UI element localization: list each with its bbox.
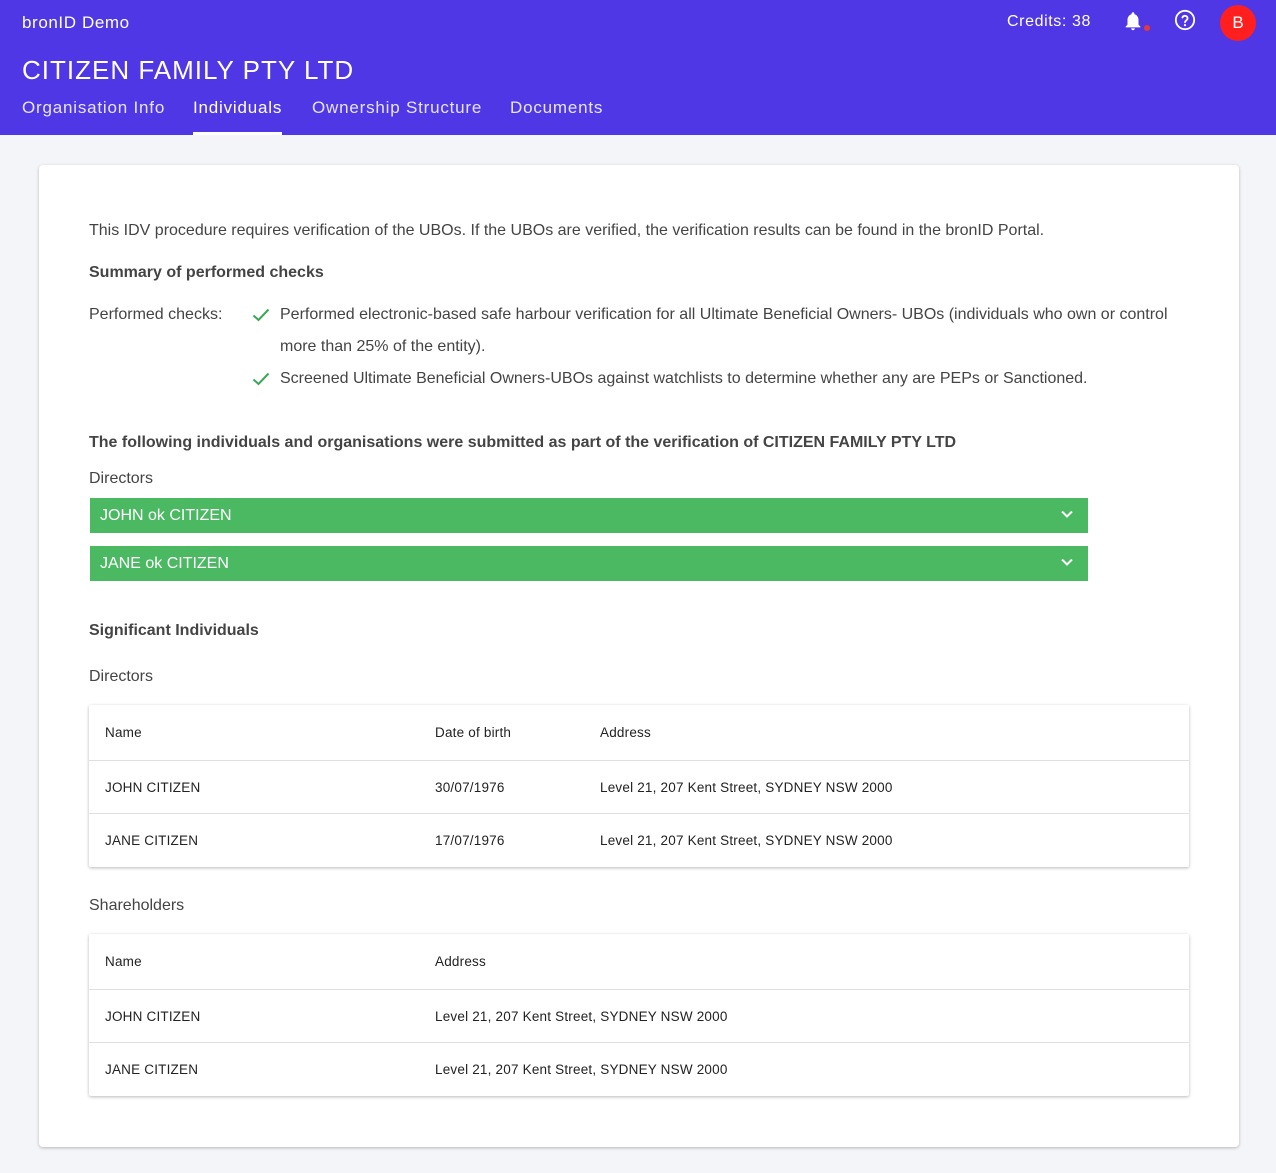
column-header-address: Address bbox=[435, 954, 486, 969]
tab-documents[interactable]: Documents bbox=[510, 98, 603, 135]
submitted-heading: The following individuals and organisati… bbox=[89, 434, 957, 451]
table-row: JANE CITIZEN Level 21, 207 Kent Street, … bbox=[89, 1043, 1189, 1096]
table-row: JOHN CITIZEN 30/07/1976 Level 21, 207 Ke… bbox=[89, 761, 1189, 814]
check-item: Screened Ultimate Beneficial Owners-UBOs… bbox=[252, 363, 1212, 395]
director-accordion[interactable]: JANE ok CITIZEN bbox=[90, 546, 1088, 581]
avatar[interactable]: B bbox=[1220, 5, 1256, 41]
chevron-down-icon[interactable] bbox=[1060, 557, 1074, 567]
credits-counter: Credits: 38 bbox=[1007, 13, 1091, 30]
check-icon bbox=[252, 372, 270, 386]
app-header: bronID Demo Credits: 38 B CITIZEN FAMILY… bbox=[0, 0, 1276, 135]
cell-address: Level 21, 207 Kent Street, SYDNEY NSW 20… bbox=[600, 833, 893, 848]
check-item: Performed electronic-based safe harbour … bbox=[252, 299, 1212, 363]
cell-name: JOHN CITIZEN bbox=[105, 1008, 201, 1024]
accordion-label: JOHN ok CITIZEN bbox=[100, 507, 232, 524]
page-title: CITIZEN FAMILY PTY LTD bbox=[22, 55, 355, 85]
check-text-line: more than 25% of the entity). bbox=[280, 338, 486, 355]
shareholders-label: Shareholders bbox=[89, 897, 185, 914]
sig-directors-label: Directors bbox=[89, 668, 154, 685]
check-icon bbox=[252, 308, 270, 322]
cell-name: JANE CITIZEN bbox=[105, 1062, 199, 1077]
tab-individuals[interactable]: Individuals bbox=[193, 98, 283, 135]
significant-individuals-heading: Significant Individuals bbox=[89, 622, 259, 639]
column-header-address: Address bbox=[600, 725, 651, 740]
cell-dob: 17/07/1976 bbox=[435, 833, 505, 848]
performed-checks-label: Performed checks: bbox=[89, 306, 223, 323]
tab-organisation-info[interactable]: Organisation Info bbox=[22, 98, 165, 135]
chevron-down-icon[interactable] bbox=[1060, 509, 1074, 519]
cell-dob: 30/07/1976 bbox=[435, 779, 505, 795]
table-row: JOHN CITIZEN Level 21, 207 Kent Street, … bbox=[89, 990, 1189, 1043]
column-header-name: Name bbox=[105, 954, 142, 969]
app-name[interactable]: bronID Demo bbox=[22, 13, 130, 33]
table-header-row: Name Address bbox=[89, 934, 1189, 990]
summary-heading: Summary of performed checks bbox=[89, 264, 324, 281]
column-header-name: Name bbox=[105, 725, 142, 740]
intro-text: This IDV procedure requires verification… bbox=[89, 222, 1045, 239]
cell-address: Level 21, 207 Kent Street, SYDNEY NSW 20… bbox=[435, 1008, 728, 1024]
notification-dot bbox=[1144, 25, 1150, 31]
table-row: JANE CITIZEN 17/07/1976 Level 21, 207 Ke… bbox=[89, 814, 1189, 867]
column-header-dob: Date of birth bbox=[435, 725, 512, 740]
help-circle-icon[interactable] bbox=[1174, 9, 1196, 31]
cell-address: Level 21, 207 Kent Street, SYDNEY NSW 20… bbox=[600, 779, 893, 795]
bell-icon[interactable] bbox=[1122, 9, 1144, 33]
check-text-line: Performed electronic-based safe harbour … bbox=[280, 306, 1168, 323]
shareholders-table: Name Address JOHN CITIZEN Level 21, 207 … bbox=[89, 934, 1189, 1096]
directors-label: Directors bbox=[89, 470, 154, 487]
content-card: This IDV procedure requires verification… bbox=[39, 165, 1239, 1147]
director-accordion[interactable]: JOHN ok CITIZEN bbox=[90, 498, 1088, 533]
directors-table: Name Date of birth Address JOHN CITIZEN … bbox=[89, 705, 1189, 867]
cell-name: JANE CITIZEN bbox=[105, 833, 199, 848]
cell-address: Level 21, 207 Kent Street, SYDNEY NSW 20… bbox=[435, 1062, 728, 1077]
cell-name: JOHN CITIZEN bbox=[105, 779, 201, 795]
table-header-row: Name Date of birth Address bbox=[89, 705, 1189, 761]
check-text-line: Screened Ultimate Beneficial Owners-UBOs… bbox=[280, 370, 1088, 387]
accordion-label: JANE ok CITIZEN bbox=[100, 555, 229, 572]
tab-ownership-structure[interactable]: Ownership Structure bbox=[312, 98, 482, 135]
